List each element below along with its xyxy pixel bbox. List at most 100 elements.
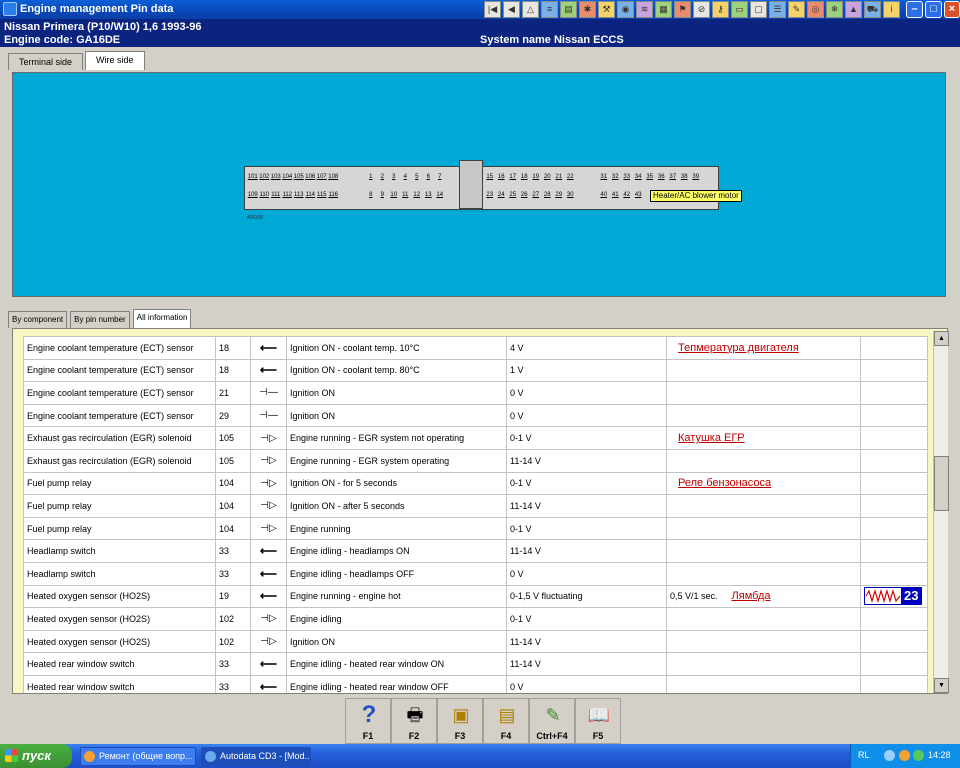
connector-pin[interactable]: 25 bbox=[507, 192, 519, 198]
taskbar-item-autodata[interactable]: Autodata CD3 - [Mod... bbox=[201, 747, 311, 766]
connector-pin[interactable]: 31 bbox=[598, 174, 610, 180]
connector-pin[interactable]: 108 bbox=[328, 174, 340, 180]
connector-pin[interactable]: 27 bbox=[530, 192, 542, 198]
oscilloscope-button[interactable]: 23 bbox=[864, 586, 923, 605]
connector-pin[interactable]: 38 bbox=[679, 174, 691, 180]
connector-pin[interactable]: 112 bbox=[282, 192, 294, 198]
tab-wire-side[interactable]: Wire side bbox=[85, 51, 145, 70]
connector-pin[interactable]: 39 bbox=[690, 174, 702, 180]
connector-pin[interactable]: 23 bbox=[484, 192, 496, 198]
connector-pin[interactable]: 22 bbox=[565, 174, 577, 180]
ctrl-f4-notes-button[interactable]: ✎ Ctrl+F4 bbox=[529, 698, 575, 744]
f5-book-button[interactable]: 📖 F5 bbox=[575, 698, 621, 744]
service-icon[interactable]: ✎ bbox=[788, 1, 805, 18]
connector-pin[interactable]: 107 bbox=[316, 174, 328, 180]
battery-icon[interactable]: ▭ bbox=[731, 1, 748, 18]
connector-pin[interactable]: 13 bbox=[423, 192, 435, 198]
connector-pin[interactable]: 21 bbox=[553, 174, 565, 180]
connector-pin[interactable]: 3 bbox=[388, 174, 400, 180]
connector-pin[interactable]: 4 bbox=[400, 174, 412, 180]
connector-pin[interactable]: 7 bbox=[434, 174, 446, 180]
vertical-scrollbar[interactable]: ▲ ▼ bbox=[933, 331, 949, 693]
table-row[interactable]: Engine coolant temperature (ECT) sensor 2… bbox=[23, 403, 928, 428]
chart-icon[interactable]: ▤ bbox=[560, 1, 577, 18]
maximize-button[interactable]: □ bbox=[925, 1, 942, 18]
connector-pin[interactable]: 2 bbox=[377, 174, 389, 180]
airbag-icon[interactable]: ◎ bbox=[807, 1, 824, 18]
gauge-icon[interactable]: ◉ bbox=[617, 1, 634, 18]
connector-pin[interactable]: 9 bbox=[377, 192, 389, 198]
flag-icon[interactable]: ⚑ bbox=[674, 1, 691, 18]
table-row[interactable]: Heated rear window switch 33 ⟵ Engine idlin… bbox=[23, 674, 928, 693]
connector-pin[interactable]: 109 bbox=[247, 192, 259, 198]
scroll-thumb[interactable] bbox=[934, 456, 949, 511]
table-row[interactable]: Engine coolant temperature (ECT) sensor 1… bbox=[23, 336, 928, 360]
connector-pin[interactable]: 10 bbox=[388, 192, 400, 198]
connector-pin[interactable]: 1 bbox=[365, 174, 377, 180]
language-indicator[interactable]: RL bbox=[858, 750, 870, 760]
connector-pin[interactable]: 16 bbox=[496, 174, 508, 180]
connector-pin[interactable]: 36 bbox=[656, 174, 668, 180]
taskbar-item-browser[interactable]: Ремонт (общие вопр... bbox=[80, 747, 196, 766]
connector-pin[interactable]: 34 bbox=[633, 174, 645, 180]
blank-icon[interactable]: ▢ bbox=[750, 1, 767, 18]
note-link[interactable]: Лямбда bbox=[732, 590, 771, 602]
connector-pin[interactable]: 103 bbox=[270, 174, 282, 180]
note-link[interactable]: Тепмература двигателя bbox=[678, 342, 799, 354]
tools-icon[interactable]: ⚒ bbox=[598, 1, 615, 18]
f4-print-setup-button[interactable]: ▤ F4 bbox=[483, 698, 529, 744]
table-row[interactable]: Fuel pump relay 104 ⊣▷ Ignition ON - for 5 … bbox=[23, 471, 928, 496]
warning-icon[interactable]: △ bbox=[522, 1, 539, 18]
table-row[interactable]: Headlamp switch 33 ⟵ Engine idling - headla… bbox=[23, 561, 928, 586]
connector-pin[interactable]: 42 bbox=[621, 192, 633, 198]
wiring-icon[interactable]: ≋ bbox=[636, 1, 653, 18]
connector-pin[interactable]: 28 bbox=[542, 192, 554, 198]
connector-pin[interactable]: 114 bbox=[305, 192, 317, 198]
table-row[interactable]: Heated oxygen sensor (HO2S) 102 ⊣▷ Ignition… bbox=[23, 629, 928, 654]
connector-pin[interactable]: 30 bbox=[565, 192, 577, 198]
engine-icon[interactable]: ✱ bbox=[579, 1, 596, 18]
table-row[interactable]: Fuel pump relay 104 ⊣▷ Engine running 0-1 V bbox=[23, 516, 928, 541]
connector-pin[interactable]: 102 bbox=[259, 174, 271, 180]
connector-pin[interactable]: 19 bbox=[530, 174, 542, 180]
tab-by-pin-number[interactable]: By pin number bbox=[70, 311, 130, 328]
f2-print-button[interactable]: 🖶 F2 bbox=[391, 698, 437, 744]
connector-pin[interactable]: 40 bbox=[598, 192, 610, 198]
table-row[interactable]: Heated oxygen sensor (HO2S) 19 ⟵ Engine run… bbox=[23, 584, 928, 609]
diagnostics-icon[interactable]: ▦ bbox=[655, 1, 672, 18]
previous-record-icon[interactable]: ◀ bbox=[503, 1, 520, 18]
triangle-icon[interactable]: ▲ bbox=[845, 1, 862, 18]
f3-print-preview-button[interactable]: ▣ F3 bbox=[437, 698, 483, 744]
connector-pin[interactable]: 32 bbox=[610, 174, 622, 180]
connector-pin[interactable]: 35 bbox=[644, 174, 656, 180]
connector-pin[interactable]: 26 bbox=[519, 192, 531, 198]
table-row[interactable]: Headlamp switch 33 ⟵ Engine idling - headla… bbox=[23, 539, 928, 563]
connector-pin[interactable]: 116 bbox=[328, 192, 340, 198]
connector-pin[interactable]: 12 bbox=[411, 192, 423, 198]
connector-pin[interactable]: 17 bbox=[507, 174, 519, 180]
scroll-down-button[interactable]: ▼ bbox=[934, 678, 949, 693]
scroll-up-button[interactable]: ▲ bbox=[934, 331, 949, 346]
connector-pin[interactable]: 106 bbox=[305, 174, 317, 180]
connector-pin[interactable]: 24 bbox=[496, 192, 508, 198]
list-icon[interactable]: ☰ bbox=[769, 1, 786, 18]
car-icon[interactable]: ⛟ bbox=[864, 1, 881, 18]
connector-pin[interactable]: 41 bbox=[610, 192, 622, 198]
start-button[interactable]: пуск bbox=[0, 744, 72, 768]
minimize-button[interactable]: – bbox=[906, 1, 923, 18]
table-row[interactable]: Exhaust gas recirculation (EGR) solenoid… bbox=[23, 448, 928, 473]
info-icon[interactable]: i bbox=[883, 1, 900, 18]
table-row[interactable]: Heated oxygen sensor (HO2S) 102 ⊣▷ Engine i… bbox=[23, 607, 928, 631]
connector-pin[interactable]: 101 bbox=[247, 174, 259, 180]
table-row[interactable]: Exhaust gas recirculation (EGR) solenoid… bbox=[23, 426, 928, 450]
connector-pin[interactable]: 6 bbox=[423, 174, 435, 180]
close-button[interactable]: × bbox=[944, 1, 960, 18]
table-row[interactable]: Heated rear window switch 33 ⟵ Engine idlin… bbox=[23, 652, 928, 676]
connector-pin[interactable]: 29 bbox=[553, 192, 565, 198]
connector-pin[interactable]: 111 bbox=[270, 192, 282, 198]
connector-pin[interactable]: 110 bbox=[259, 192, 271, 198]
tab-terminal-side[interactable]: Terminal side bbox=[8, 53, 84, 70]
connector-pin[interactable]: 43 bbox=[633, 192, 645, 198]
connector-pin[interactable]: 115 bbox=[316, 192, 328, 198]
brake-icon[interactable]: ⊘ bbox=[693, 1, 710, 18]
